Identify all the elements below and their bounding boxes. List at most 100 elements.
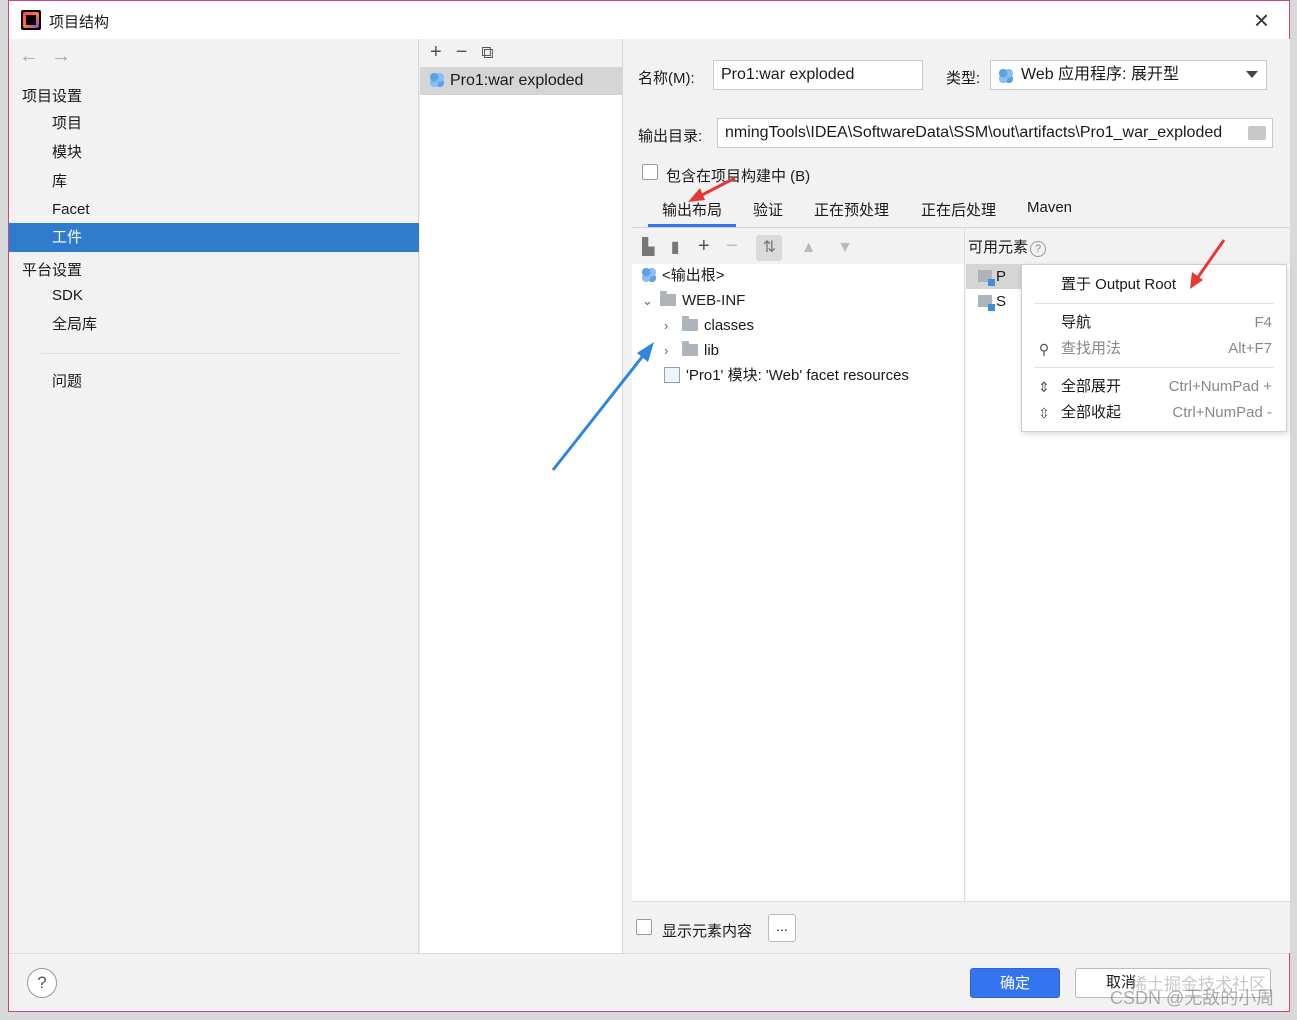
tree-label: 'Pro1' 模块: 'Web' facet resources — [686, 367, 909, 384]
menu-separator — [1034, 367, 1274, 368]
name-input[interactable]: Pro1:war exploded — [713, 60, 923, 90]
add-copy-icon[interactable]: + — [698, 235, 710, 257]
collapse-all-icon: ⇳ — [1038, 405, 1050, 421]
menu-item-find-usages[interactable]: ⚲ 查找用法 Alt+F7 — [1022, 336, 1286, 362]
move-down-icon[interactable]: ▼ — [837, 239, 853, 256]
menu-label: 查找用法 — [1061, 340, 1122, 357]
tree-classes[interactable]: › classes — [664, 313, 754, 338]
menu-item-collapse-all[interactable]: ⇳ 全部收起 Ctrl+NumPad - — [1022, 400, 1286, 426]
artifact-toolbar: + − ⧉ — [420, 39, 622, 67]
new-directory-icon[interactable]: ▙ — [642, 239, 654, 256]
type-dropdown-value: Web 应用程序: 展开型 — [1021, 66, 1179, 83]
type-dropdown[interactable]: Web 应用程序: 展开型 — [990, 60, 1267, 90]
tree-label: lib — [704, 342, 720, 359]
close-icon[interactable]: × — [1254, 5, 1269, 36]
dialog-footer: ? 确定 取消 — [9, 953, 1289, 1011]
search-icon: ⚲ — [1038, 341, 1050, 357]
artifact-list-panel: + − ⧉ Pro1:war exploded — [420, 39, 623, 953]
folder-icon — [660, 291, 676, 306]
available-label-text: 可用元素 — [968, 239, 1029, 256]
nav-arrows: ←→ — [19, 45, 83, 68]
tree-lib[interactable]: › lib — [664, 338, 719, 363]
artifact-list-item[interactable]: Pro1:war exploded — [420, 67, 622, 95]
watermark-csdn: CSDN @无敌的小周 — [1110, 988, 1275, 1008]
available-item-label: S — [996, 293, 1007, 310]
menu-shortcut: F4 — [1254, 314, 1272, 331]
sidebar-item-project[interactable]: 项目 — [9, 109, 419, 138]
forward-arrow-icon[interactable]: → — [51, 45, 83, 67]
ok-button[interactable]: 确定 — [970, 968, 1060, 998]
dialog-title: 项目结构 — [49, 14, 110, 31]
sidebar-divider — [41, 353, 401, 354]
type-label: 类型: — [946, 70, 981, 87]
move-up-icon[interactable]: ▲ — [801, 239, 817, 256]
sidebar: ←→ 项目设置 项目 模块 库 Facet 工件 平台设置 SDK 全局库 问题 — [9, 39, 419, 953]
artifact-details: 名称(M): Pro1:war exploded 类型: Web 应用程序: 展… — [624, 39, 1290, 953]
remove-icon[interactable]: − — [456, 41, 468, 63]
show-contents-checkbox[interactable] — [636, 919, 652, 935]
back-arrow-icon[interactable]: ← — [19, 45, 51, 67]
output-root-icon — [642, 268, 656, 282]
sidebar-item-artifacts[interactable]: 工件 — [9, 223, 419, 252]
expand-all-icon: ⇕ — [1038, 379, 1050, 395]
help-button[interactable]: ? — [27, 968, 57, 998]
more-options-button[interactable]: ... — [768, 914, 796, 942]
include-in-build-label: 包含在项目构建中 (B) — [666, 168, 811, 185]
tab-validation[interactable]: 验证 — [753, 199, 783, 220]
available-item-label: P — [996, 268, 1007, 285]
sidebar-item-modules[interactable]: 模块 — [9, 138, 419, 167]
available-elements-label: 可用元素? — [968, 236, 1047, 257]
sidebar-item-problems[interactable]: 问题 — [9, 367, 419, 396]
tree-label: <输出根> — [662, 267, 725, 284]
tab-pre-processing[interactable]: 正在预处理 — [814, 199, 889, 220]
output-dir-value: nmingTools\IDEA\SoftwareData\SSM\out\art… — [725, 124, 1223, 141]
tree-label: WEB-INF — [682, 292, 746, 309]
layout-toolbar: ▙ ▮ + − ⇅ ▲ ▼ — [632, 228, 964, 264]
folder-icon — [682, 341, 698, 356]
layout-options: 显示元素内容 ... — [632, 901, 1290, 953]
tree-facet-resources[interactable]: 'Pro1' 模块: 'Web' facet resources — [664, 363, 909, 388]
sidebar-item-global-libraries[interactable]: 全局库 — [9, 310, 419, 339]
menu-shortcut: Ctrl+NumPad + — [1168, 378, 1272, 395]
menu-separator — [1034, 303, 1274, 304]
group-platform-settings: 平台设置 — [22, 262, 83, 279]
menu-item-expand-all[interactable]: ⇕ 全部展开 Ctrl+NumPad + — [1022, 374, 1286, 400]
chevron-right-icon[interactable]: › — [664, 313, 682, 338]
output-layout-pane: ▙ ▮ + − ⇅ ▲ ▼ <输出根> ⌄ WEB-INF › classes › l… — [632, 228, 965, 901]
tree-label: classes — [704, 317, 755, 334]
tab-maven[interactable]: Maven — [1027, 199, 1072, 216]
chevron-right-icon[interactable]: › — [664, 338, 682, 363]
menu-label: 导航 — [1061, 314, 1092, 331]
sort-elements-icon[interactable]: ⇅ — [756, 234, 783, 261]
copy-icon[interactable]: ⧉ — [481, 43, 493, 62]
help-icon[interactable]: ? — [1030, 241, 1047, 257]
sidebar-item-libraries[interactable]: 库 — [9, 167, 419, 196]
sidebar-item-facets[interactable]: Facet — [9, 195, 419, 224]
remove-element-icon[interactable]: − — [726, 235, 738, 257]
sidebar-item-sdk[interactable]: SDK — [9, 281, 419, 310]
menu-shortcut: Ctrl+NumPad - — [1172, 404, 1272, 421]
intellij-app-icon — [21, 10, 41, 30]
output-dir-input[interactable]: nmingTools\IDEA\SoftwareData\SSM\out\art… — [717, 118, 1273, 148]
tab-post-processing[interactable]: 正在后处理 — [921, 199, 996, 220]
browse-folder-icon[interactable] — [1248, 126, 1266, 140]
show-contents-label: 显示元素内容 — [662, 923, 753, 940]
name-label: 名称(M): — [638, 70, 695, 87]
tree-output-root[interactable]: <输出根> — [642, 263, 725, 288]
chevron-down-icon[interactable]: ⌄ — [642, 288, 660, 313]
artifact-label: Pro1:war exploded — [450, 72, 584, 89]
menu-label: 全部展开 — [1061, 378, 1122, 395]
tab-output-layout[interactable]: 输出布局 — [647, 199, 737, 227]
project-structure-dialog: 项目结构 × ←→ 项目设置 项目 模块 库 Facet 工件 平台设置 SDK… — [8, 0, 1290, 1012]
web-resource-icon — [664, 367, 680, 383]
menu-item-put-into-output-root[interactable]: 置于 Output Root — [1022, 272, 1286, 298]
menu-label: 置于 Output Root — [1061, 276, 1177, 293]
include-in-build-checkbox[interactable] — [642, 164, 658, 180]
menu-item-navigate[interactable]: 导航 F4 — [1022, 310, 1286, 336]
tree-web-inf[interactable]: ⌄ WEB-INF — [642, 288, 745, 313]
context-menu: 置于 Output Root 导航 F4 ⚲ 查找用法 Alt+F7 ⇕ 全部展… — [1021, 264, 1287, 432]
create-archive-icon[interactable]: ▮ — [671, 239, 680, 256]
folder-icon — [682, 316, 698, 331]
add-icon[interactable]: + — [430, 41, 442, 63]
menu-label: 全部收起 — [1061, 404, 1122, 421]
